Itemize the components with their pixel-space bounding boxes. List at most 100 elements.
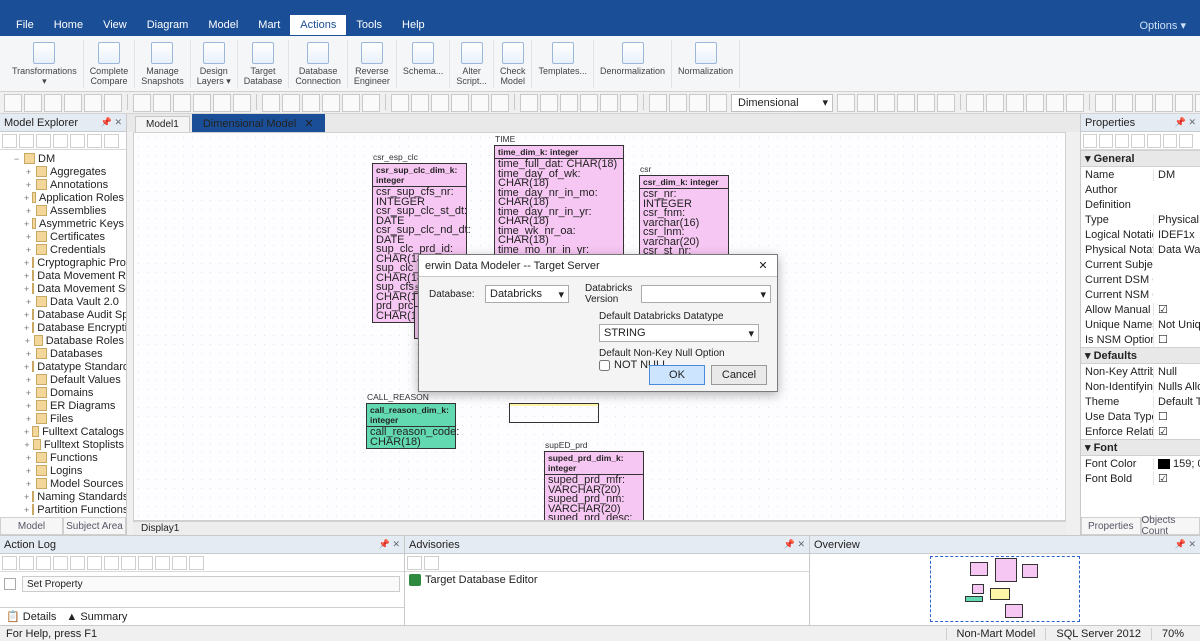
toolbar-button[interactable] xyxy=(133,94,151,112)
toolbar-button[interactable] xyxy=(1147,134,1161,148)
toolbar-button[interactable] xyxy=(620,94,638,112)
doc-tab-dimensional[interactable]: Dimensional Model✕ xyxy=(192,114,325,132)
tree-item[interactable]: +Data Vault 2.0 xyxy=(4,295,124,308)
toolbar-button[interactable] xyxy=(1083,134,1097,148)
property-row[interactable]: Is NSM Option☐ xyxy=(1081,332,1200,347)
toolbar-button[interactable] xyxy=(431,94,449,112)
toolbar-button[interactable] xyxy=(172,556,187,570)
toolbar-button[interactable] xyxy=(173,94,191,112)
toolbar-button[interactable] xyxy=(1099,134,1113,148)
ribbon-denorm[interactable]: Denormalization xyxy=(594,40,672,88)
toolbar-button[interactable] xyxy=(44,94,62,112)
ribbon-dbconn[interactable]: Database Connection xyxy=(289,40,348,88)
tree-item[interactable]: +Asymmetric Keys xyxy=(4,217,124,230)
toolbar-button[interactable] xyxy=(1115,94,1133,112)
display-mode-select[interactable]: Dimensional▾ xyxy=(731,94,833,112)
entity-call[interactable]: CALL_REASONcall_reason_dim_k: integercal… xyxy=(366,403,456,449)
toolbar-button[interactable] xyxy=(233,94,251,112)
menu-diagram[interactable]: Diagram xyxy=(137,15,199,35)
ribbon-transform[interactable]: Transformations ▾ xyxy=(6,40,84,88)
toolbar-button[interactable] xyxy=(491,94,509,112)
toolbar-button[interactable] xyxy=(1006,94,1024,112)
props-tab-properties[interactable]: Properties xyxy=(1081,518,1141,535)
property-row[interactable]: Non-Key AttribNull xyxy=(1081,364,1200,379)
ribbon-norm[interactable]: Normalization xyxy=(672,40,740,88)
toolbar-button[interactable] xyxy=(302,94,320,112)
toolbar-button[interactable] xyxy=(189,556,204,570)
toolbar-button[interactable] xyxy=(1066,94,1084,112)
dialog-close-icon[interactable]: ✕ xyxy=(755,259,771,272)
toolbar-button[interactable] xyxy=(213,94,231,112)
property-row[interactable]: NameDM xyxy=(1081,167,1200,182)
toolbar-button[interactable] xyxy=(24,94,42,112)
ribbon-target[interactable]: Target Database xyxy=(238,40,290,88)
ribbon-design[interactable]: Design Layers ▾ xyxy=(191,40,238,88)
tree-item[interactable]: +Files xyxy=(4,412,124,425)
property-row[interactable]: Current DSM O xyxy=(1081,272,1200,287)
props-section[interactable]: ▾ Defaults xyxy=(1081,347,1200,364)
toolbar-button[interactable] xyxy=(424,556,439,570)
props-tab-objects[interactable]: Objects Count xyxy=(1141,518,1200,535)
property-row[interactable]: TypePhysical xyxy=(1081,212,1200,227)
toolbar-button[interactable] xyxy=(282,94,300,112)
toolbar-button[interactable] xyxy=(104,94,122,112)
toolbar-button[interactable] xyxy=(64,94,82,112)
toolbar-button[interactable] xyxy=(520,94,538,112)
pin-icon[interactable]: 📌 ✕ xyxy=(784,539,805,550)
toolbar-button[interactable] xyxy=(580,94,598,112)
toolbar-button[interactable] xyxy=(155,556,170,570)
ok-button[interactable]: OK xyxy=(649,365,705,385)
ribbon-reverse[interactable]: Reverse Engineer xyxy=(348,40,397,88)
menu-file[interactable]: File xyxy=(6,15,44,35)
tree-item[interactable]: +Datatype Standards xyxy=(4,360,124,373)
tree-root[interactable]: DM xyxy=(38,153,55,165)
property-row[interactable]: Font Color159; 0; 0 xyxy=(1081,456,1200,471)
advisory-item[interactable]: Target Database Editor xyxy=(405,572,809,588)
toolbar-button[interactable] xyxy=(471,94,489,112)
toolbar-button[interactable] xyxy=(1026,94,1044,112)
toolbar-button[interactable] xyxy=(362,94,380,112)
toolbar-button[interactable] xyxy=(87,556,102,570)
ribbon-tmpl[interactable]: Templates... xyxy=(532,40,594,88)
menu-help[interactable]: Help xyxy=(392,15,435,35)
doc-tab-model1[interactable]: Model1 xyxy=(135,116,190,132)
menu-mart[interactable]: Mart xyxy=(248,15,290,35)
not-null-checkbox[interactable] xyxy=(599,360,610,371)
toolbar-button[interactable] xyxy=(1131,134,1145,148)
toolbar-button[interactable] xyxy=(451,94,469,112)
toolbar-button[interactable] xyxy=(2,134,17,148)
menu-tools[interactable]: Tools xyxy=(346,15,392,35)
explorer-tab-model[interactable]: Model xyxy=(0,518,63,535)
tree-item[interactable]: +Functions xyxy=(4,451,124,464)
toolbar-button[interactable] xyxy=(19,134,34,148)
explorer-tab-subject[interactable]: Subject Area xyxy=(63,518,126,535)
property-row[interactable]: Physical NotatiData Warehousing xyxy=(1081,242,1200,257)
tree-item[interactable]: +ER Diagrams xyxy=(4,399,124,412)
tree-item[interactable]: +Model Sources xyxy=(4,477,124,490)
toolbar-button[interactable] xyxy=(138,556,153,570)
toolbar-button[interactable] xyxy=(84,94,102,112)
default-datatype-select[interactable]: STRING▾ xyxy=(599,324,759,342)
toolbar-button[interactable] xyxy=(19,556,34,570)
pin-icon[interactable]: 📌 ✕ xyxy=(101,117,122,128)
toolbar-button[interactable] xyxy=(540,94,558,112)
tree-item[interactable]: +Partition Functions xyxy=(4,503,124,516)
toolbar-button[interactable] xyxy=(36,556,51,570)
menu-model[interactable]: Model xyxy=(198,15,248,35)
pin-icon[interactable]: 📌 ✕ xyxy=(1175,539,1196,550)
property-row[interactable]: Font Bold☑ xyxy=(1081,471,1200,486)
toolbar-button[interactable] xyxy=(689,94,707,112)
toolbar-button[interactable] xyxy=(121,556,136,570)
property-row[interactable]: Unique NamesNot Unique xyxy=(1081,317,1200,332)
toolbar-button[interactable] xyxy=(104,556,119,570)
tree-item[interactable]: +Database Encryption K... xyxy=(4,321,124,334)
property-row[interactable]: Current Subject xyxy=(1081,257,1200,272)
toolbar-button[interactable] xyxy=(1115,134,1129,148)
menu-options[interactable]: Options ▾ xyxy=(1132,15,1195,36)
tree-item[interactable]: +Certificates xyxy=(4,230,124,243)
property-row[interactable]: Current NSM O xyxy=(1081,287,1200,302)
toolbar-button[interactable] xyxy=(897,94,915,112)
toolbar-button[interactable] xyxy=(104,134,119,148)
pin-icon[interactable]: 📌 ✕ xyxy=(379,539,400,550)
property-row[interactable]: Non-IdentifyingNulls Allowed xyxy=(1081,379,1200,394)
